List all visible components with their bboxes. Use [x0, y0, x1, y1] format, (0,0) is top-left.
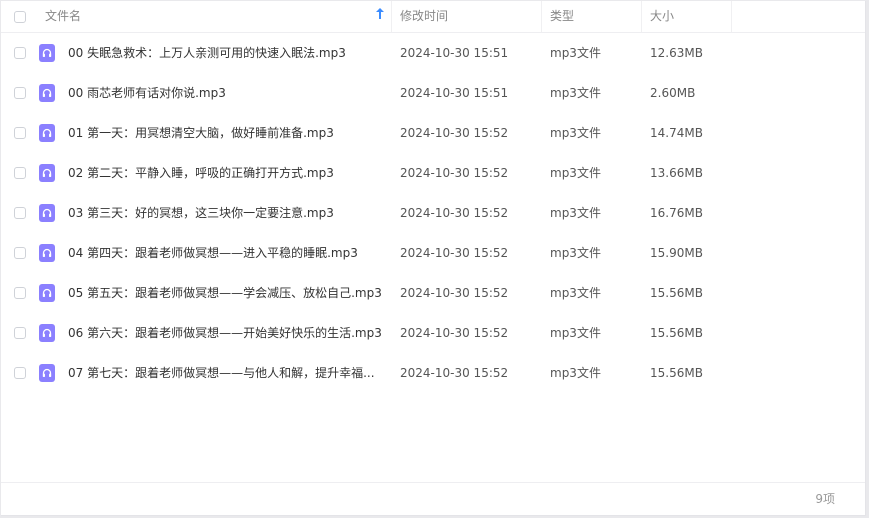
row-checkbox[interactable]: [14, 247, 26, 259]
audio-file-icon: [39, 44, 55, 62]
row-checkbox[interactable]: [14, 207, 26, 219]
file-size: 15.56MB: [650, 326, 703, 340]
table-row[interactable]: 00 雨芯老师有话对你说.mp3 2024-10-30 15:51 mp3文件 2.6…: [1, 73, 865, 113]
file-size: 15.90MB: [650, 246, 703, 260]
file-name[interactable]: 06 第六天：跟着老师做冥想——开始美好快乐的生活.mp3: [68, 313, 388, 353]
item-count: 9项: [815, 492, 835, 506]
file-modified-time: 2024-10-30 15:51: [400, 46, 509, 60]
audio-file-icon: [39, 124, 55, 142]
table-row[interactable]: 00 失眠急救术：上万人亲测可用的快速入眠法.mp3 2024-10-30 15:…: [1, 33, 865, 73]
file-name[interactable]: 03 第三天：好的冥想，这三块你一定要注意.mp3: [68, 193, 388, 233]
file-size: 12.63MB: [650, 46, 703, 60]
row-checkbox[interactable]: [14, 87, 26, 99]
table-row[interactable]: 04 第四天：跟着老师做冥想——进入平稳的睡眠.mp3 2024-10-30 15…: [1, 233, 865, 273]
column-header-modified-label: 修改时间: [400, 9, 449, 23]
column-header-modified[interactable]: 修改时间: [392, 1, 542, 32]
file-name[interactable]: 00 雨芯老师有话对你说.mp3: [68, 73, 388, 113]
select-all-cell: [1, 1, 37, 32]
file-modified-time: 2024-10-30 15:52: [400, 246, 509, 260]
list-footer: 9项: [1, 482, 865, 516]
column-header-size[interactable]: 大小: [642, 1, 732, 32]
file-size: 13.66MB: [650, 166, 703, 180]
row-checkbox[interactable]: [14, 47, 26, 59]
file-modified-time: 2024-10-30 15:52: [400, 286, 509, 300]
audio-file-icon: [39, 364, 55, 382]
file-modified-time: 2024-10-30 15:52: [400, 206, 509, 220]
file-name[interactable]: 01 第一天：用冥想清空大脑，做好睡前准备.mp3: [68, 113, 388, 153]
table-row[interactable]: 07 第七天：跟着老师做冥想——与他人和解，提升幸福... 2024-10-30 …: [1, 353, 865, 393]
file-size: 15.56MB: [650, 366, 703, 380]
file-size: 2.60MB: [650, 86, 696, 100]
file-modified-time: 2024-10-30 15:52: [400, 126, 509, 140]
file-modified-time: 2024-10-30 15:52: [400, 366, 509, 380]
column-header-type[interactable]: 类型: [542, 1, 642, 32]
file-type: mp3文件: [550, 166, 601, 180]
file-name[interactable]: 00 失眠急救术：上万人亲测可用的快速入眠法.mp3: [68, 33, 388, 73]
select-all-checkbox[interactable]: [14, 11, 26, 23]
row-checkbox[interactable]: [14, 127, 26, 139]
file-type: mp3文件: [550, 206, 601, 220]
column-header-size-label: 大小: [650, 9, 675, 23]
row-checkbox[interactable]: [14, 287, 26, 299]
file-name[interactable]: 05 第五天：跟着老师做冥想——学会减压、放松自己.mp3: [68, 273, 388, 313]
file-size: 15.56MB: [650, 286, 703, 300]
file-type: mp3文件: [550, 86, 601, 100]
column-header-name-label: 文件名: [45, 9, 82, 23]
file-type: mp3文件: [550, 286, 601, 300]
file-size: 16.76MB: [650, 206, 703, 220]
table-row[interactable]: 03 第三天：好的冥想，这三块你一定要注意.mp3 2024-10-30 15:5…: [1, 193, 865, 233]
row-checkbox[interactable]: [14, 327, 26, 339]
file-type: mp3文件: [550, 326, 601, 340]
row-checkbox[interactable]: [14, 367, 26, 379]
audio-file-icon: [39, 324, 55, 342]
audio-file-icon: [39, 244, 55, 262]
column-header-name[interactable]: 文件名: [37, 1, 392, 32]
file-type: mp3文件: [550, 366, 601, 380]
file-type: mp3文件: [550, 46, 601, 60]
sort-up-icon[interactable]: [375, 8, 385, 22]
table-row[interactable]: 05 第五天：跟着老师做冥想——学会减压、放松自己.mp3 2024-10-30 …: [1, 273, 865, 313]
audio-file-icon: [39, 284, 55, 302]
file-modified-time: 2024-10-30 15:52: [400, 326, 509, 340]
audio-file-icon: [39, 164, 55, 182]
audio-file-icon: [39, 84, 55, 102]
file-type: mp3文件: [550, 126, 601, 140]
file-type: mp3文件: [550, 246, 601, 260]
file-name[interactable]: 04 第四天：跟着老师做冥想——进入平稳的睡眠.mp3: [68, 233, 388, 273]
file-list-panel: 文件名 修改时间 类型 大小 00 失眠急救术：上万人亲测可用的快速入眠法.mp…: [1, 1, 866, 516]
table-row[interactable]: 02 第二天：平静入睡，呼吸的正确打开方式.mp3 2024-10-30 15:5…: [1, 153, 865, 193]
table-row[interactable]: 01 第一天：用冥想清空大脑，做好睡前准备.mp3 2024-10-30 15:5…: [1, 113, 865, 153]
column-header-type-label: 类型: [550, 9, 575, 23]
audio-file-icon: [39, 204, 55, 222]
table-header: 文件名 修改时间 类型 大小: [1, 1, 865, 33]
file-modified-time: 2024-10-30 15:51: [400, 86, 509, 100]
row-checkbox[interactable]: [14, 167, 26, 179]
file-size: 14.74MB: [650, 126, 703, 140]
table-row[interactable]: 06 第六天：跟着老师做冥想——开始美好快乐的生活.mp3 2024-10-30 …: [1, 313, 865, 353]
file-name[interactable]: 02 第二天：平静入睡，呼吸的正确打开方式.mp3: [68, 153, 388, 193]
file-modified-time: 2024-10-30 15:52: [400, 166, 509, 180]
file-name[interactable]: 07 第七天：跟着老师做冥想——与他人和解，提升幸福...: [68, 353, 388, 393]
